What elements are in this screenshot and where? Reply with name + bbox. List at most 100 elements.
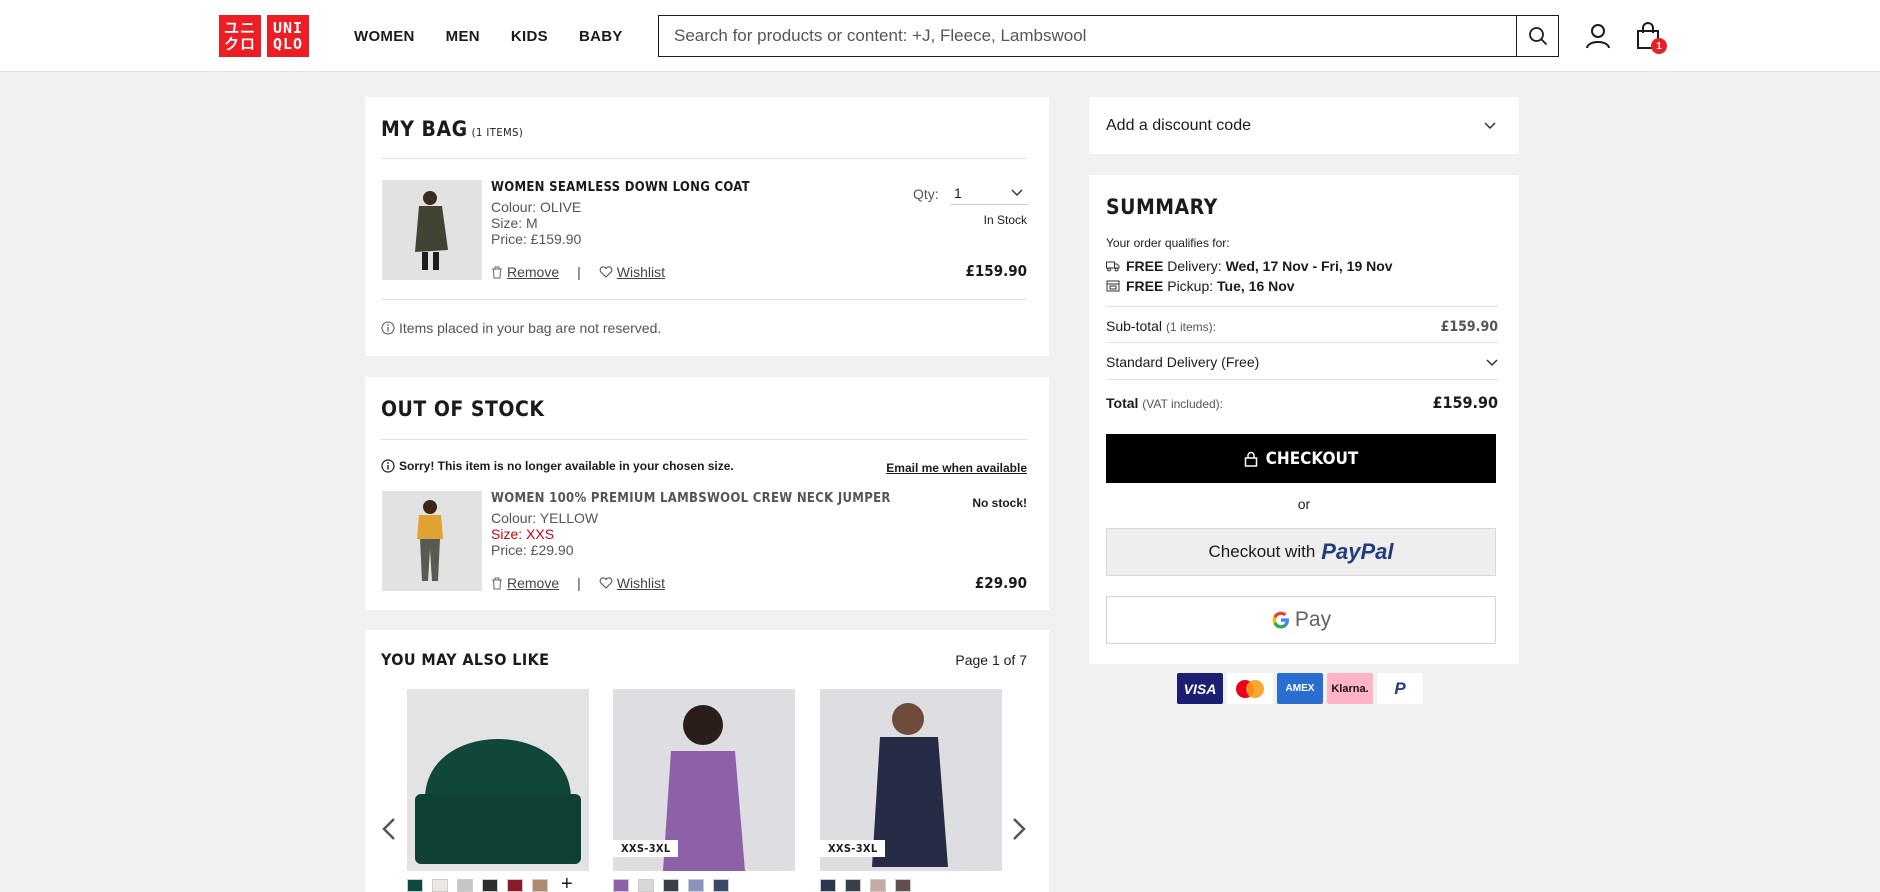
total-label: Total [1106,395,1139,411]
info-icon [381,459,395,473]
google-pay-button[interactable]: Pay [1106,596,1496,644]
remove-link[interactable]: Remove [491,264,559,280]
cart-count-badge: 1 [1651,38,1667,54]
divider [1106,306,1498,307]
color-swatch[interactable] [688,879,704,892]
recommendations-title: YOU MAY ALSO LIKE [381,650,550,669]
qty-select[interactable]: 1 [950,181,1029,205]
qualifies-text: Your order qualifies for: [1106,236,1230,250]
color-swatch[interactable] [870,879,886,892]
color-swatch[interactable] [407,879,423,892]
free-pickup-line: FREE Pickup: Tue, 16 Nov [1106,278,1295,294]
logo-kana-box: ユニ クロ [219,15,261,57]
wishlist-label: Wishlist [616,264,666,280]
remove-link[interactable]: Remove [491,575,559,591]
size-range-tag: XXS-3XL [613,840,679,857]
total-note: (VAT included): [1142,397,1223,411]
my-bag-title-text: MY BAG [381,117,468,141]
my-bag-count: (1 ITEMS) [471,126,524,139]
paypal-card-icon: P [1377,673,1423,704]
divider [1106,342,1498,343]
summary-panel: SUMMARY Your order qualifies for: FREE D… [1089,175,1519,664]
account-button[interactable] [1584,22,1612,50]
checkout-button[interactable]: CHECKOUT [1106,434,1496,483]
wishlist-link[interactable]: Wishlist [599,264,665,280]
klarna-icon: Klarna. [1327,673,1373,704]
product-price: Price: £159.90 [491,231,582,247]
logo-kana-bottom: クロ [223,35,256,53]
color-swatch[interactable] [895,879,911,892]
wishlist-label: Wishlist [616,575,666,591]
search-button[interactable] [1516,16,1558,56]
wishlist-link[interactable]: Wishlist [599,575,665,591]
lock-icon [1244,451,1257,467]
product-colour: Colour: OLIVE [491,199,582,215]
oos-product-size: Size: XXS [491,526,555,542]
color-swatch[interactable] [507,879,523,892]
color-swatch[interactable] [532,879,548,892]
email-when-available-link[interactable]: Email me when available [886,461,1027,475]
remove-label: Remove [507,575,560,591]
shipping-method-select[interactable]: Standard Delivery (Free) [1106,354,1498,370]
rec-product-beanie[interactable] [407,689,589,871]
summary-title: SUMMARY [1106,195,1218,219]
heart-icon [599,577,613,589]
discount-code-toggle[interactable]: Add a discount code [1089,97,1519,154]
more-colours-icon[interactable]: + [561,873,573,892]
jumper-illustration [382,491,482,591]
separator: | [577,264,581,280]
color-swatch[interactable] [613,879,629,892]
color-swatch[interactable] [457,879,473,892]
nav-women[interactable]: WOMEN [354,28,415,45]
carousel-next-icon[interactable] [1012,817,1026,841]
cart-button[interactable]: 1 [1635,22,1667,54]
color-swatch[interactable] [820,879,836,892]
subtotal-items: (1 items): [1165,320,1216,334]
oos-line-total: £29.90 [974,574,1027,592]
discount-label: Add a discount code [1106,117,1251,134]
oos-product-name[interactable]: WOMEN 100% PREMIUM LAMBSWOOL CREW NECK J… [491,491,891,506]
delivery-date: Wed, 17 Nov - Fri, 19 Nov [1225,258,1393,274]
subtotal-row: Sub-total (1 items): £159.90 [1106,318,1498,335]
rec-product-puffer[interactable]: XXS-3XL [613,689,795,871]
color-swatch[interactable] [713,879,729,892]
divider [381,158,1027,159]
user-icon [1586,24,1610,49]
color-swatch[interactable] [663,879,679,892]
product-image-coat[interactable] [382,180,482,280]
search-icon [1528,27,1547,46]
uniqlo-logo[interactable]: ユニ クロ UNI QLO [219,15,309,57]
payment-methods: VISA AMEX Klarna. P [1177,673,1423,704]
site-header: ユニ クロ UNI QLO WOMEN MEN KIDS BABY 1 [0,0,1880,72]
nav-men[interactable]: MEN [446,28,480,45]
paypal-checkout-button[interactable]: Checkout with PayPal [1106,528,1496,576]
product-image-jumper[interactable] [382,491,482,591]
subtotal-value: £159.90 [1440,319,1498,335]
trash-icon [492,266,502,278]
info-icon [381,321,395,335]
total-row: Total (VAT included): £159.90 [1106,393,1498,412]
logo-latin-box: UNI QLO [267,15,309,57]
bag-notice: Items placed in your bag are not reserve… [381,320,661,336]
size-range-tag: XXS-3XL [820,840,886,857]
chevron-down-icon [1484,122,1496,130]
gpay-label: Pay [1294,608,1332,631]
shipping-label: Standard Delivery (Free) [1106,354,1260,370]
or-divider-text: or [1297,496,1311,512]
product-name[interactable]: WOMEN SEAMLESS DOWN LONG COAT [491,180,750,195]
nav-baby[interactable]: BABY [579,28,623,45]
oos-product-colour: Colour: YELLOW [491,510,599,526]
pickup-date: Tue, 16 Nov [1217,278,1295,294]
color-swatch[interactable] [845,879,861,892]
rec-product-coat[interactable]: XXS-3XL [820,689,1002,871]
paypal-logo: PayPal [1321,539,1394,564]
product-size: Size: M [491,215,538,231]
search-input[interactable] [659,16,1516,56]
nav-kids[interactable]: KIDS [511,28,548,45]
color-swatch[interactable] [432,879,448,892]
carousel-prev-icon[interactable] [382,817,396,841]
color-swatch[interactable] [482,879,498,892]
pickup-text: Pickup: [1163,278,1218,294]
color-swatch[interactable] [638,879,654,892]
search-bar [658,15,1559,57]
